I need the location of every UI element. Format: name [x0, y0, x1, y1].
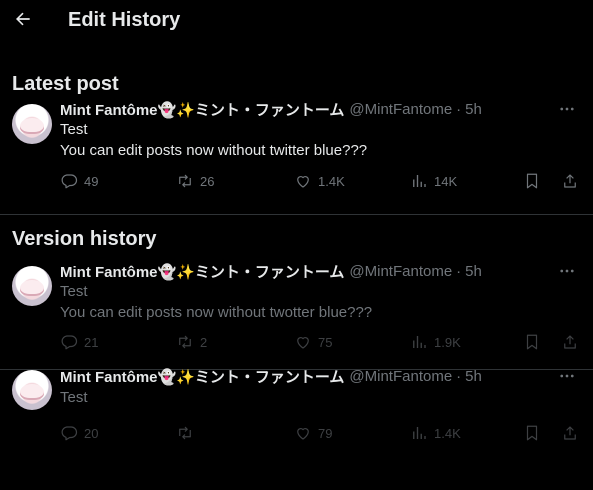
page-header: Edit History	[0, 0, 593, 42]
views-icon	[413, 336, 426, 348]
post-time[interactable]: 5h	[465, 263, 482, 280]
author-handle[interactable]: @MintFantome	[349, 101, 452, 118]
post-text: Test You can edit posts now without twot…	[60, 281, 372, 323]
reply-button[interactable]: 49	[60, 171, 98, 191]
views-icon	[413, 427, 426, 439]
more-icon[interactable]	[557, 99, 577, 119]
post-text-line: You can edit posts now without twitter b…	[60, 142, 368, 159]
share-icon[interactable]	[561, 171, 579, 191]
separator-dot: ·	[456, 262, 462, 280]
post-text-line: Test	[60, 389, 88, 406]
views-count: 14K	[434, 173, 458, 189]
more-icon[interactable]	[557, 366, 577, 386]
bookmark-icon[interactable]	[523, 423, 541, 443]
reply-button[interactable]: 20	[60, 423, 98, 443]
post-text-line: Test	[60, 283, 88, 300]
author-name[interactable]: Mint Fantôme👻✨ミント・ファントーム	[60, 99, 344, 120]
latest-post[interactable]: Mint Fantôme👻✨ミント・ファントーム @MintFantome · …	[0, 101, 593, 215]
post-text-line: Test	[60, 121, 88, 138]
reply-count: 49	[84, 173, 99, 189]
share-icon[interactable]	[561, 332, 579, 352]
separator-dot: ·	[456, 100, 462, 118]
author-name[interactable]: Mint Fantôme👻✨ミント・ファントーム	[60, 366, 344, 387]
reply-icon	[61, 426, 78, 441]
retweet-icon	[179, 174, 191, 188]
post-meta: Mint Fantôme👻✨ミント・ファントーム @MintFantome · …	[60, 99, 482, 119]
reply-count: 21	[84, 334, 99, 350]
like-button[interactable]: 79	[294, 423, 332, 443]
views-button[interactable]: 1.4K	[410, 423, 461, 443]
views-icon	[413, 175, 426, 187]
post-meta: Mint Fantôme👻✨ミント・ファントーム @MintFantome · …	[60, 261, 482, 281]
retweet-button[interactable]: 26	[176, 171, 214, 191]
retweet-count: 2	[200, 334, 208, 350]
avatar[interactable]	[12, 266, 52, 306]
retweet-icon	[179, 335, 191, 349]
author-handle[interactable]: @MintFantome	[349, 263, 452, 280]
like-count: 79	[318, 425, 333, 441]
like-button[interactable]: 1.4K	[294, 171, 345, 191]
post-text: Test	[60, 387, 88, 408]
reply-button[interactable]: 21	[60, 332, 98, 352]
like-count: 1.4K	[318, 173, 345, 189]
avatar[interactable]	[12, 370, 52, 410]
post-meta: Mint Fantôme👻✨ミント・ファントーム @MintFantome · …	[60, 366, 482, 386]
reply-icon	[61, 335, 78, 350]
author-handle[interactable]: @MintFantome	[349, 368, 452, 385]
views-count: 1.4K	[434, 425, 461, 441]
views-count: 1.9K	[434, 334, 461, 350]
reply-count: 20	[84, 425, 99, 441]
post-text-line: You can edit posts now without twotter b…	[60, 304, 373, 321]
like-icon	[297, 337, 309, 349]
post-actions: 20 79 1.4K	[60, 423, 579, 443]
post-text: Test You can edit posts now without twit…	[60, 119, 367, 161]
author-name[interactable]: Mint Fantôme👻✨ミント・ファントーム	[60, 261, 344, 282]
bookmark-icon[interactable]	[523, 332, 541, 352]
retweet-count: 26	[200, 173, 215, 189]
views-button[interactable]: 1.9K	[410, 332, 461, 352]
version-post[interactable]: Mint Fantôme👻✨ミント・ファントーム @MintFantome · …	[0, 262, 593, 370]
version-history-heading: Version history	[12, 228, 157, 250]
separator-dot: ·	[456, 367, 462, 385]
share-icon[interactable]	[561, 423, 579, 443]
retweet-button[interactable]	[176, 423, 200, 443]
reply-icon	[61, 174, 78, 189]
like-icon	[297, 176, 309, 188]
more-icon[interactable]	[557, 261, 577, 281]
avatar[interactable]	[12, 104, 52, 144]
version-post[interactable]: Mint Fantôme👻✨ミント・ファントーム @MintFantome · …	[0, 368, 593, 467]
back-arrow-icon[interactable]	[12, 8, 34, 30]
like-count: 75	[318, 334, 333, 350]
latest-post-heading: Latest post	[12, 73, 119, 95]
bookmark-icon[interactable]	[523, 171, 541, 191]
page-title: Edit History	[68, 9, 181, 31]
post-time[interactable]: 5h	[465, 368, 482, 385]
post-actions: 21 2 75 1.9K	[60, 332, 579, 352]
views-button[interactable]: 14K	[410, 171, 457, 191]
retweet-button[interactable]: 2	[176, 332, 207, 352]
post-actions: 49 26 1.4K 14K	[60, 171, 579, 191]
post-time[interactable]: 5h	[465, 101, 482, 118]
retweet-icon	[179, 426, 191, 440]
like-button[interactable]: 75	[294, 332, 332, 352]
like-icon	[297, 428, 309, 440]
